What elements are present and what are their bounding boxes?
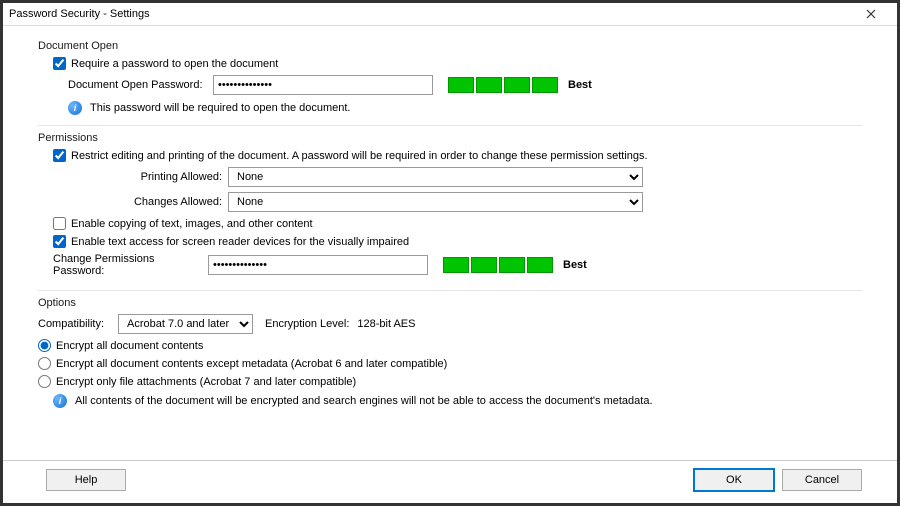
- printing-allowed-label: Printing Allowed:: [133, 171, 228, 183]
- enable-accessibility-checkbox[interactable]: [53, 235, 66, 248]
- printing-allowed-select[interactable]: None: [228, 167, 643, 187]
- changes-allowed-label: Changes Allowed:: [133, 196, 228, 208]
- enable-copy-text: Enable copying of text, images, and othe…: [71, 218, 313, 230]
- strength-cell: [499, 257, 525, 273]
- strength-cell: [443, 257, 469, 273]
- encrypt-all-radio[interactable]: [38, 339, 51, 352]
- window-title: Password Security - Settings: [9, 8, 851, 20]
- strength-cell: [471, 257, 497, 273]
- doc-open-password-label: Document Open Password:: [68, 79, 213, 91]
- strength-cell: [527, 257, 553, 273]
- change-permissions-password-input[interactable]: [208, 255, 428, 275]
- strength-cell: [448, 77, 474, 93]
- permissions-group-label: Permissions: [38, 132, 862, 144]
- ok-button[interactable]: OK: [694, 469, 774, 491]
- titlebar: Password Security - Settings: [3, 3, 897, 26]
- permissions-strength-meter: [443, 257, 553, 273]
- dialog-footer: Help OK Cancel: [3, 460, 897, 503]
- restrict-editing-checkbox[interactable]: [53, 149, 66, 162]
- encrypt-except-metadata-radio-label[interactable]: Encrypt all document contents except met…: [38, 357, 447, 370]
- cancel-button[interactable]: Cancel: [782, 469, 862, 491]
- change-permissions-password-label: Change Permissions Password:: [53, 253, 208, 277]
- strength-cell: [476, 77, 502, 93]
- enable-copy-checkbox[interactable]: [53, 217, 66, 230]
- encrypt-except-metadata-radio[interactable]: [38, 357, 51, 370]
- info-icon: i: [68, 101, 82, 115]
- restrict-editing-checkbox-label[interactable]: Restrict editing and printing of the doc…: [53, 149, 648, 162]
- close-button[interactable]: [851, 4, 891, 24]
- permissions-strength-label: Best: [563, 259, 587, 271]
- options-group: Compatibility: Acrobat 7.0 and later Enc…: [38, 314, 862, 418]
- encrypt-all-text: Encrypt all document contents: [56, 340, 203, 352]
- encrypt-attachments-radio[interactable]: [38, 375, 51, 388]
- encrypt-attachments-radio-label[interactable]: Encrypt only file attachments (Acrobat 7…: [38, 375, 356, 388]
- encrypt-except-metadata-text: Encrypt all document contents except met…: [56, 358, 447, 370]
- options-group-label: Options: [38, 297, 862, 309]
- doc-open-strength-label: Best: [568, 79, 592, 91]
- document-open-group: Require a password to open the document …: [38, 57, 862, 126]
- require-password-checkbox[interactable]: [53, 57, 66, 70]
- dialog-content: Document Open Require a password to open…: [3, 26, 897, 460]
- doc-open-password-input[interactable]: [213, 75, 433, 95]
- require-password-checkbox-label[interactable]: Require a password to open the document: [53, 57, 278, 70]
- encryption-level-label: Encryption Level:: [265, 318, 349, 330]
- enable-accessibility-text: Enable text access for screen reader dev…: [71, 236, 409, 248]
- password-security-dialog: Password Security - Settings Document Op…: [0, 0, 900, 506]
- encryption-level-value: 128-bit AES: [357, 318, 415, 330]
- strength-cell: [504, 77, 530, 93]
- encrypt-all-radio-label[interactable]: Encrypt all document contents: [38, 339, 203, 352]
- options-info-text: All contents of the document will be enc…: [75, 395, 653, 407]
- enable-accessibility-checkbox-label[interactable]: Enable text access for screen reader dev…: [53, 235, 409, 248]
- strength-cell: [532, 77, 558, 93]
- doc-open-strength-meter: [448, 77, 558, 93]
- doc-open-info-text: This password will be required to open t…: [90, 102, 350, 114]
- enable-copy-checkbox-label[interactable]: Enable copying of text, images, and othe…: [53, 217, 313, 230]
- info-icon: i: [53, 394, 67, 408]
- close-icon: [866, 9, 876, 19]
- require-password-text: Require a password to open the document: [71, 58, 278, 70]
- restrict-editing-text: Restrict editing and printing of the doc…: [71, 150, 648, 162]
- permissions-group: Restrict editing and printing of the doc…: [38, 149, 862, 291]
- changes-allowed-select[interactable]: None: [228, 192, 643, 212]
- compatibility-label: Compatibility:: [38, 318, 118, 330]
- document-open-group-label: Document Open: [38, 40, 862, 52]
- compatibility-select[interactable]: Acrobat 7.0 and later: [118, 314, 253, 334]
- help-button[interactable]: Help: [46, 469, 126, 491]
- encrypt-attachments-text: Encrypt only file attachments (Acrobat 7…: [56, 376, 356, 388]
